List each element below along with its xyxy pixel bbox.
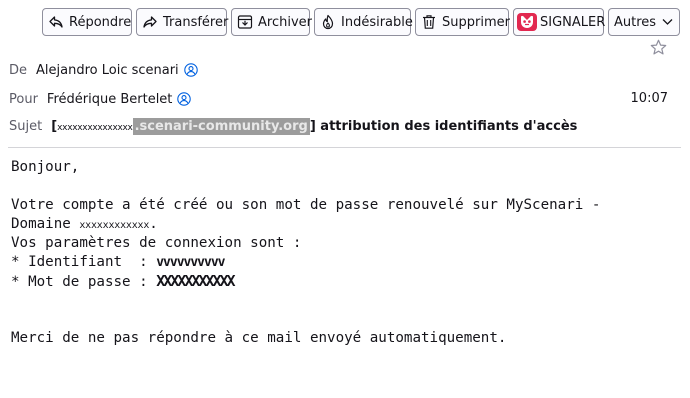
to-row: Pour Frédérique Bertelet [9, 90, 192, 108]
star-icon[interactable] [650, 39, 667, 56]
password-line: * Mot de passe : XXXXXXXXXXX [11, 272, 681, 291]
contact-icon[interactable] [177, 92, 192, 106]
header-divider [8, 147, 681, 148]
body-line-2: Domaine xxxxxxxxxxxx. [11, 215, 681, 234]
message-toolbar: Répondre Transférer Archiver Indésirable… [42, 8, 680, 36]
archive-button[interactable]: Archiver [231, 8, 312, 36]
more-menu-button[interactable]: Autres [608, 8, 680, 36]
from-label: De [9, 62, 28, 78]
subject-value: [xxxxxxxxxxxxxxx .scenari-community.org] … [51, 117, 578, 135]
body-line-1: Votre compte a été créé ou son mot de pa… [11, 197, 601, 213]
subject-text: attribution des identifiants d'accès [315, 118, 578, 134]
more-label: Autres [614, 14, 657, 30]
reply-label: Répondre [69, 14, 132, 30]
forward-icon [142, 14, 158, 30]
body-line-3: Vos paramètres de connexion sont : [11, 235, 302, 251]
junk-label: Indésirable [341, 14, 413, 30]
junk-icon [320, 14, 336, 30]
archive-label: Archiver [258, 14, 312, 30]
body-line-2-prefix: Domaine [11, 216, 80, 232]
identifier-label: * Identifiant : [11, 254, 157, 270]
subject-row: Sujet [xxxxxxxxxxxxxxx .scenari-community… [9, 117, 577, 135]
from-row: De Alejandro Loic scenari [9, 61, 198, 79]
forward-label: Transférer [163, 14, 229, 30]
to-value[interactable]: Frédérique Bertelet [47, 92, 172, 107]
delete-button[interactable]: Supprimer [415, 8, 510, 36]
subject-domain: .scenari-community.org [132, 117, 310, 135]
identifier-value: vvvvvvvvvv [156, 255, 225, 270]
reply-button[interactable]: Répondre [42, 8, 132, 36]
forward-button[interactable]: Transférer [136, 8, 229, 36]
body-redacted-domain: xxxxxxxxxxxx [79, 220, 150, 231]
to-label: Pour [9, 91, 38, 107]
trash-icon [421, 14, 437, 30]
delete-label: Supprimer [442, 14, 510, 30]
subject-label: Sujet [9, 118, 43, 134]
password-label: * Mot de passe : [11, 274, 157, 290]
body-line-2-suffix: . [149, 216, 158, 232]
report-label: SIGNALER [540, 14, 606, 30]
message-time: 10:07 [630, 91, 668, 106]
closing-line: Merci de ne pas répondre à ce mail envoy… [11, 330, 507, 346]
message-body: Bonjour, Votre compte a été créé ou son … [11, 158, 681, 348]
report-button[interactable]: SIGNALER [513, 8, 606, 36]
junk-button[interactable]: Indésirable [314, 8, 413, 36]
report-logo-icon [517, 13, 537, 31]
contact-icon[interactable] [183, 63, 198, 77]
reply-icon [48, 14, 64, 30]
archive-icon [237, 14, 253, 30]
chevron-down-icon [662, 15, 673, 30]
subject-redacted: xxxxxxxxxxxxxxx [57, 122, 133, 133]
from-value[interactable]: Alejandro Loic scenari [36, 63, 179, 78]
password-value: XXXXXXXXXXX [156, 272, 235, 290]
identifier-line: * Identifiant : vvvvvvvvvv [11, 253, 681, 272]
greeting: Bonjour, [11, 159, 80, 175]
